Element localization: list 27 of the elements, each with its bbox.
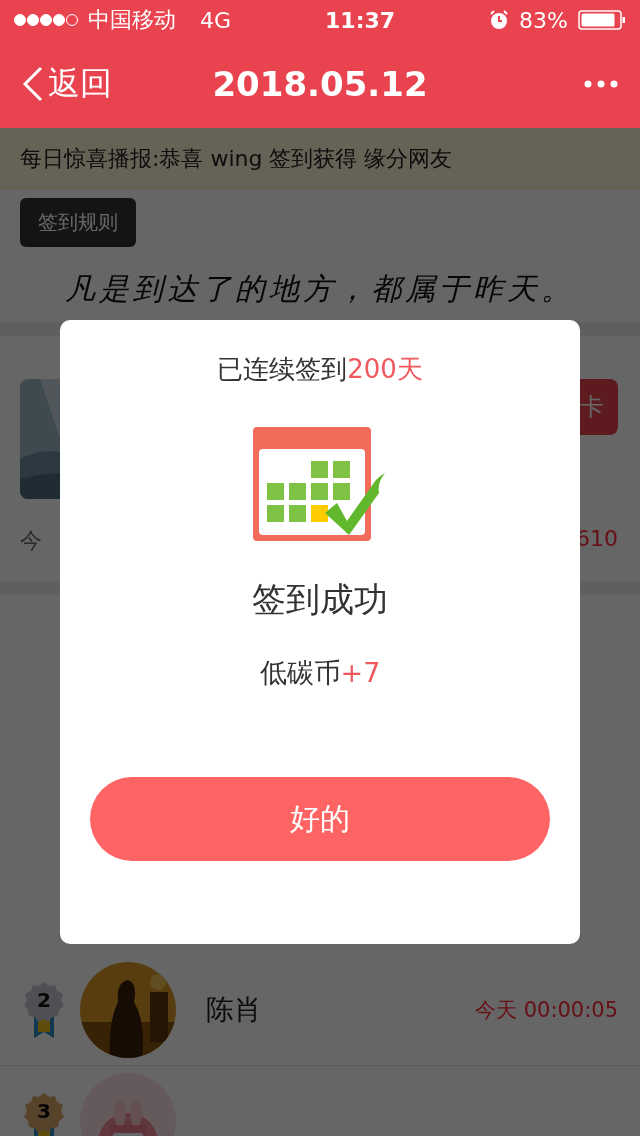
broadcast-label: 每日惊喜播报: [20,145,160,173]
dialog-title: 签到成功 [252,578,388,621]
streak-text: 已连续签到200天 [217,353,423,386]
stat-label: 今 [20,527,42,555]
back-button[interactable]: 返回 [22,62,112,106]
rank-number: 2 [37,988,51,1012]
user-name: 陈肖 [206,992,262,1028]
ok-button[interactable]: 好的 [90,777,550,861]
medal-icon [22,1091,66,1136]
broadcast-message: 恭喜 wing 签到获得 缘分网友 [159,145,453,173]
chevron-icon [22,66,44,102]
clock-time: 11:37 [325,7,396,33]
carrier-name: 中国移动 [88,6,176,34]
battery-icon [578,10,626,30]
medal-icon [22,980,66,1040]
quote-text: 凡是到达了的地方，都属于昨天。 [64,270,576,308]
checkin-time: 今天 00:00:05 [475,997,618,1024]
alarm-icon [489,10,510,30]
more-icon[interactable] [584,80,618,88]
network-type: 4G [200,7,232,33]
battery-percent: 83% [519,7,568,33]
reward-text: 低碳币+7 [259,656,381,690]
page-title: 2018.05.12 [212,64,428,104]
rank-number: 3 [37,1099,51,1123]
calendar-check-icon [253,427,387,541]
rules-button[interactable]: 签到规则 [20,198,136,247]
signal-icon [14,13,78,27]
